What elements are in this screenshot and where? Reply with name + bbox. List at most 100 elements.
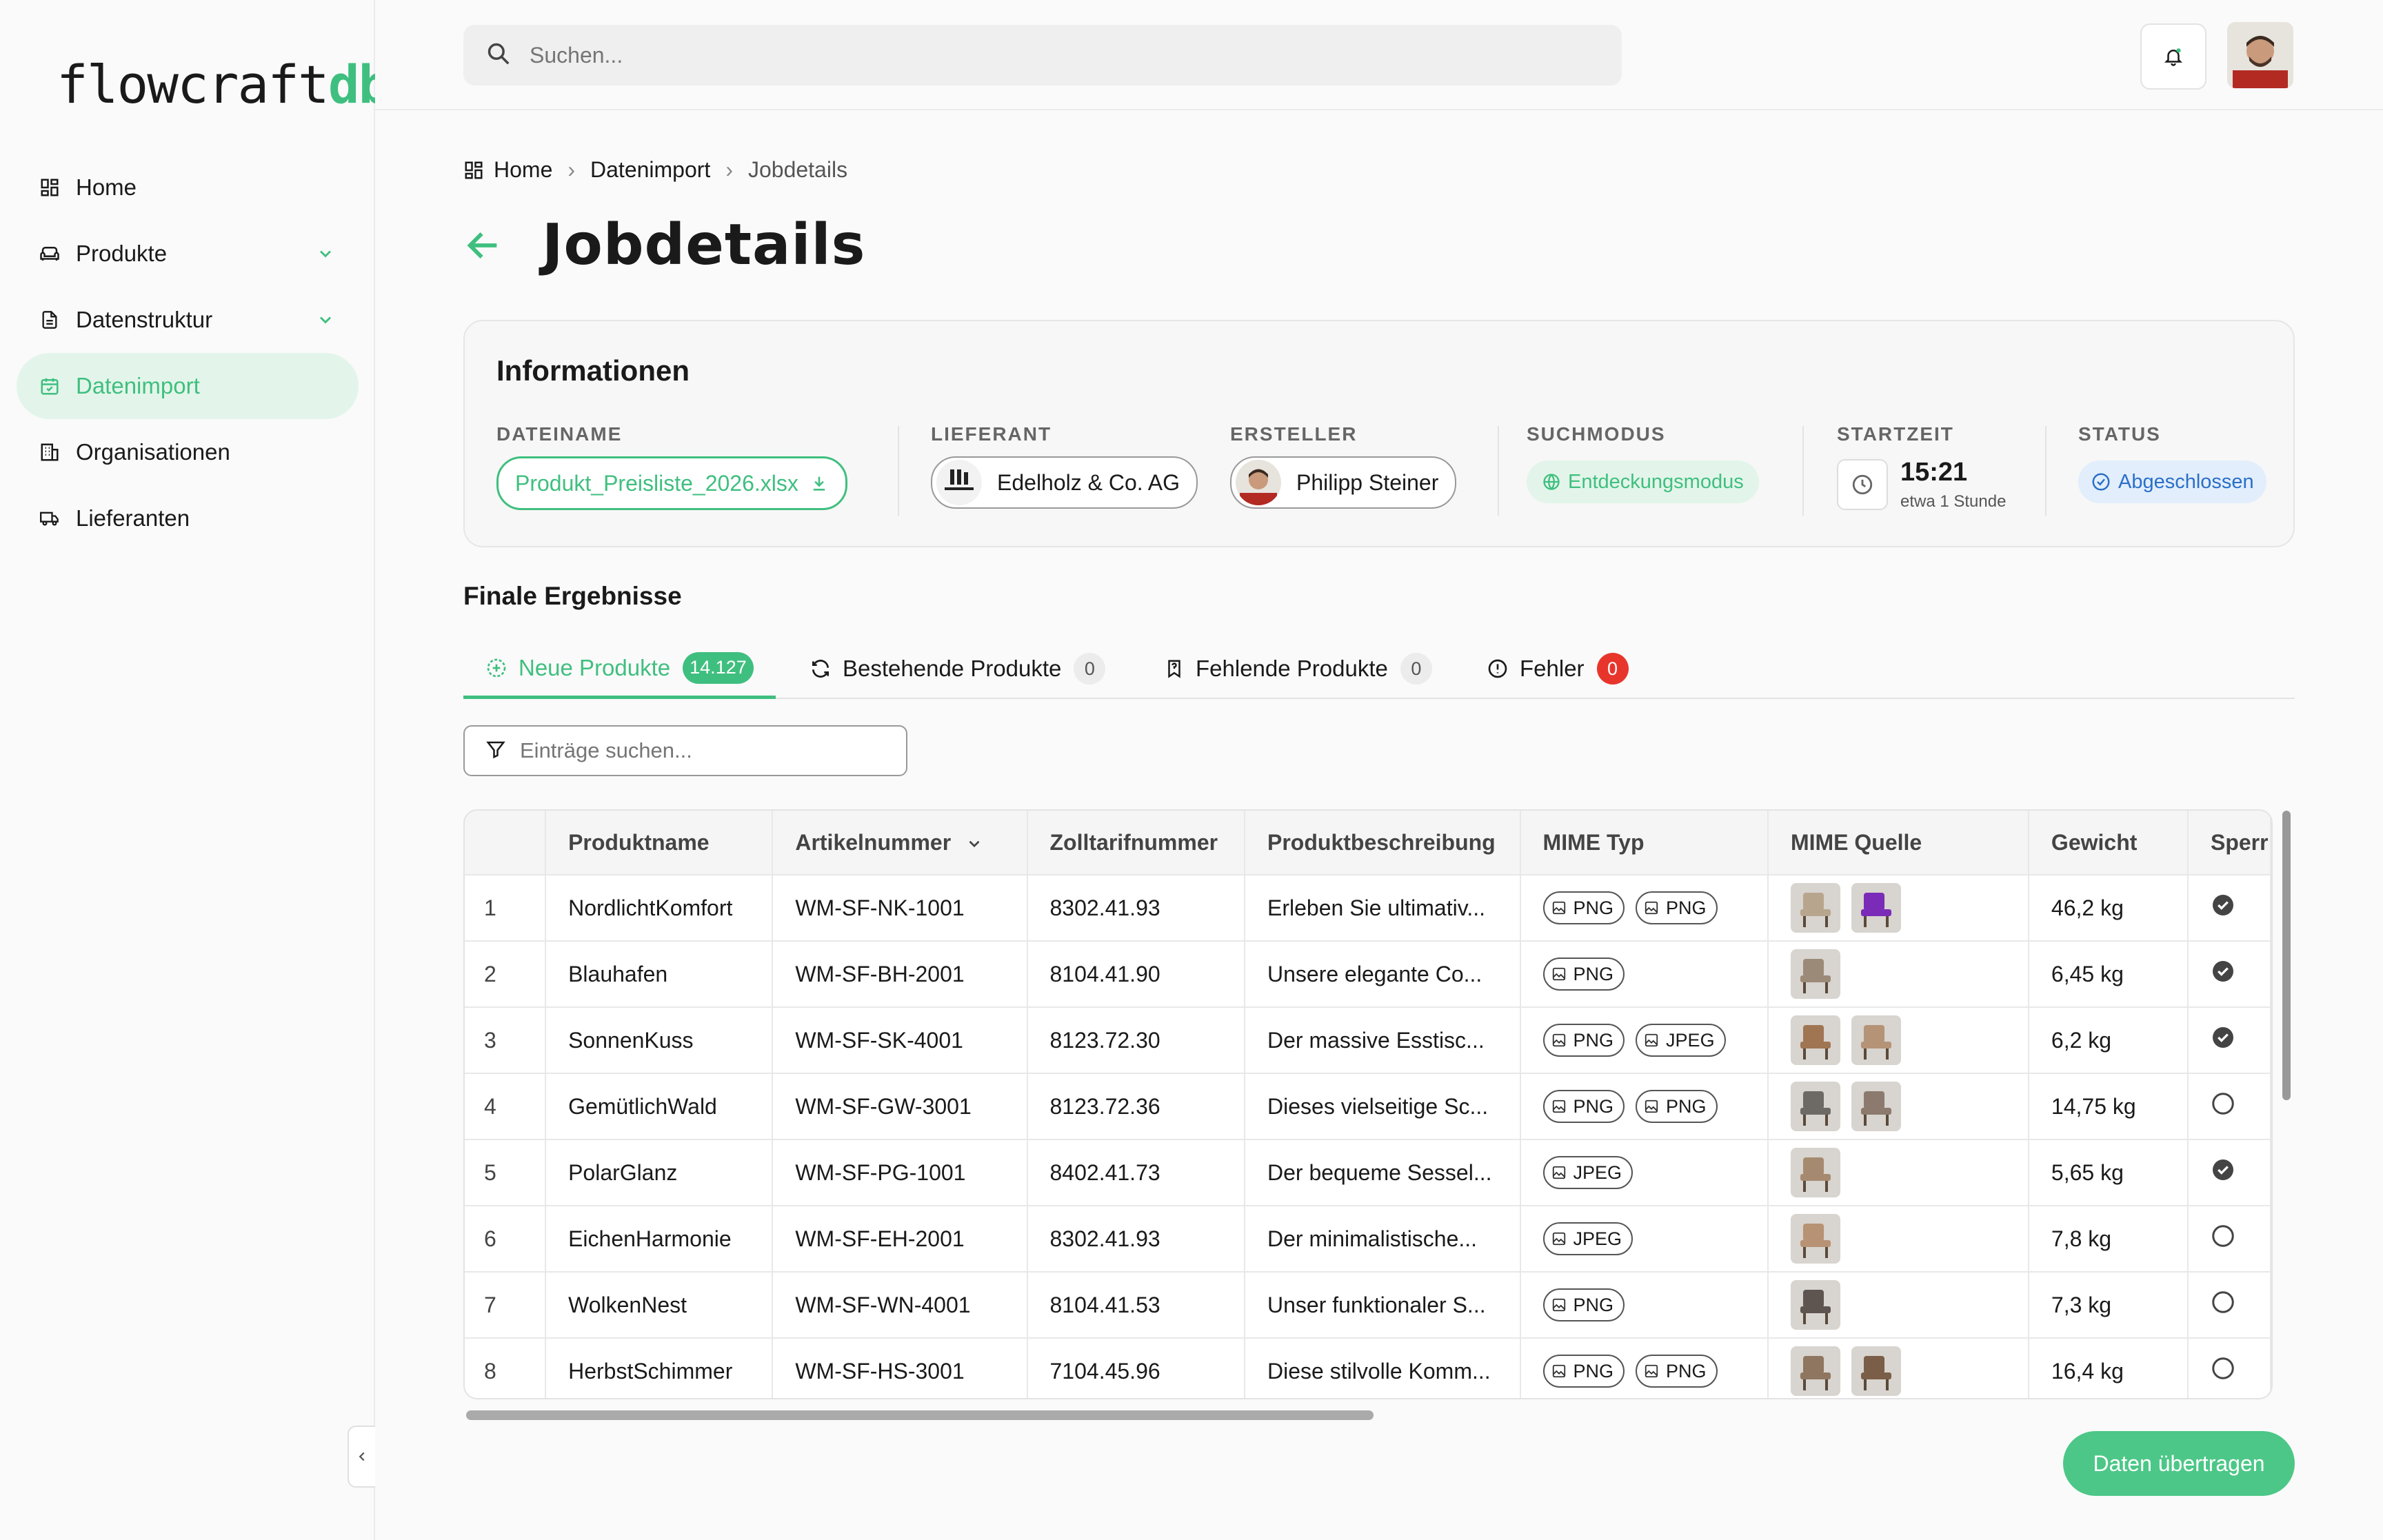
tab-fehler[interactable]: Fehler 0 — [1487, 640, 1629, 698]
empty-circle-icon[interactable] — [2211, 1091, 2235, 1116]
product-thumbnail[interactable] — [1790, 1015, 1840, 1065]
table-row[interactable]: 6 EichenHarmonie WM-SF-EH-2001 8302.41.93 De… — [465, 1206, 2271, 1273]
sidebar-item-home[interactable]: Home — [17, 154, 359, 221]
table-row[interactable]: 4 GemütlichWald WM-SF-GW-3001 8123.72.36 Die… — [465, 1073, 2271, 1140]
horizontal-scrollbar[interactable] — [466, 1410, 1374, 1420]
chevron-down-icon[interactable] — [965, 835, 983, 853]
chevron-right-icon: › — [567, 157, 576, 182]
column-header-mime-quelle[interactable]: MIME Quelle — [1767, 811, 2029, 875]
file-download-link[interactable]: Produkt_Preisliste_2026.xlsx — [496, 456, 847, 510]
breadcrumb-home[interactable]: Home — [494, 157, 552, 183]
chevron-down-icon[interactable] — [316, 309, 335, 335]
lock-status-cell[interactable] — [2187, 1073, 2271, 1140]
empty-circle-icon[interactable] — [2211, 1224, 2235, 1248]
chevron-down-icon[interactable] — [316, 243, 335, 269]
entries-search-input[interactable] — [519, 738, 880, 764]
product-thumbnail[interactable] — [1790, 949, 1840, 999]
entries-search[interactable] — [463, 725, 907, 776]
product-thumbnail[interactable] — [1790, 1346, 1840, 1396]
empty-circle-icon[interactable] — [2211, 1356, 2235, 1381]
sidebar-item-datenimport[interactable]: Datenimport — [17, 353, 359, 419]
table-row[interactable]: 1 NordlichtKomfort WM-SF-NK-1001 8302.41.93… — [465, 875, 2271, 942]
article-number: WM-SF-GW-3001 — [772, 1073, 1028, 1140]
global-search[interactable] — [463, 25, 1622, 85]
app-logo[interactable]: flowcraftdb — [57, 54, 390, 115]
mime-source-cell — [1767, 1073, 2029, 1140]
table-row[interactable]: 8 HerbstSchimmer WM-SF-HS-3001 7104.45.96 Di… — [465, 1338, 2271, 1398]
column-header-gewicht[interactable]: Gewicht — [2028, 811, 2189, 875]
supplier-logo — [936, 460, 982, 505]
table-row[interactable]: 2 Blauhafen WM-SF-BH-2001 8104.41.90 Unsere … — [465, 941, 2271, 1008]
column-header-sperr[interactable]: Sperr — [2187, 811, 2271, 875]
product-description: Der bequeme Sessel... — [1245, 1139, 1521, 1206]
lock-status-cell[interactable] — [2187, 1338, 2271, 1398]
weight: 46,2 kg — [2028, 875, 2189, 942]
mime-type-badge: JPEG — [1542, 1222, 1633, 1255]
product-thumbnail[interactable] — [1851, 883, 1901, 933]
product-thumbnail[interactable] — [1790, 1280, 1840, 1330]
product-thumbnail[interactable] — [1790, 1148, 1840, 1197]
checked-circle-icon[interactable] — [2211, 1025, 2235, 1050]
sidebar-item-datenstruktur[interactable]: Datenstruktur — [17, 287, 359, 353]
sidebar-item-lieferanten[interactable]: Lieferanten — [17, 485, 359, 551]
mime-type-badge: PNG — [1542, 1090, 1625, 1123]
article-number: WM-SF-BH-2001 — [772, 941, 1028, 1008]
checked-circle-icon[interactable] — [2211, 893, 2235, 918]
creator-chip[interactable]: Philipp Steiner — [1230, 456, 1457, 509]
notifications-button[interactable] — [2140, 23, 2206, 90]
column-header-artikelnummer[interactable]: Artikelnummer — [772, 811, 1028, 875]
product-thumbnail[interactable] — [1851, 1082, 1901, 1131]
download-icon — [813, 476, 825, 491]
sidebar-item-label: Datenstruktur — [76, 307, 213, 332]
checked-circle-icon[interactable] — [2211, 1157, 2235, 1182]
column-header-produktbeschreibung[interactable]: Produktbeschreibung — [1245, 811, 1521, 875]
lock-status-cell[interactable] — [2187, 875, 2271, 942]
dashboard-icon — [37, 175, 62, 200]
transfer-data-button[interactable]: Daten übertragen — [2063, 1431, 2295, 1496]
sidebar: flowcraftdb Home Produkte Datenstruktur … — [0, 0, 390, 1540]
lock-status-cell[interactable] — [2187, 1139, 2271, 1206]
table-row[interactable]: 3 SonnenKuss WM-SF-SK-4001 8123.72.30 Der ma… — [465, 1007, 2271, 1074]
mime-type-badge: PNG — [1542, 1288, 1625, 1321]
product-thumbnail[interactable] — [1790, 883, 1840, 933]
product-description: Der minimalistische... — [1245, 1206, 1521, 1273]
tab-neue-produkte[interactable]: Neue Produkte 14.127 — [463, 640, 776, 699]
mime-type-badge: PNG — [1542, 958, 1625, 991]
column-header-produktname[interactable]: Produktname — [545, 811, 774, 875]
table-row[interactable]: 5 PolarGlanz WM-SF-PG-1001 8402.41.73 Der be… — [465, 1139, 2271, 1206]
lock-status-cell[interactable] — [2187, 1206, 2271, 1273]
table-header-row: Produktname Artikelnummer Zolltarifnumme… — [465, 811, 2271, 875]
tab-fehlende-produkte[interactable]: Fehlende Produkte 0 — [1164, 640, 1432, 698]
user-avatar[interactable] — [2227, 22, 2293, 88]
creator-avatar — [1236, 460, 1281, 505]
lock-status-cell[interactable] — [2187, 1272, 2271, 1339]
row-index: 3 — [465, 1007, 547, 1074]
sidebar-collapse-button[interactable] — [348, 1426, 375, 1488]
product-name: SonnenKuss — [545, 1007, 774, 1074]
lock-status-cell[interactable] — [2187, 941, 2271, 1008]
sidebar-item-label: Lieferanten — [76, 505, 190, 531]
column-header-zolltarifnummer[interactable]: Zolltarifnummer — [1027, 811, 1245, 875]
product-thumbnail[interactable] — [1790, 1082, 1840, 1131]
search-input[interactable] — [528, 41, 1565, 69]
start-time: 15:21 — [1900, 458, 1968, 487]
empty-circle-icon[interactable] — [2211, 1290, 2235, 1315]
product-thumbnail[interactable] — [1851, 1346, 1901, 1396]
mime-type-badge: PNG — [1636, 1090, 1718, 1123]
back-arrow-icon[interactable] — [463, 225, 503, 265]
sidebar-item-organisationen[interactable]: Organisationen — [17, 419, 359, 485]
count-badge: 14.127 — [683, 651, 754, 684]
table-row[interactable]: 7 WolkenNest WM-SF-WN-4001 8104.41.53 Unser … — [465, 1272, 2271, 1339]
product-name: NordlichtKomfort — [545, 875, 774, 942]
product-thumbnail[interactable] — [1851, 1015, 1901, 1065]
tab-bestehende-produkte[interactable]: Bestehende Produkte 0 — [810, 640, 1106, 698]
column-header-mime-typ[interactable]: MIME Typ — [1520, 811, 1769, 875]
checked-circle-icon[interactable] — [2211, 959, 2235, 984]
sidebar-item-produkte[interactable]: Produkte — [17, 221, 359, 287]
mime-type-badge: JPEG — [1542, 1156, 1633, 1189]
breadcrumb-datenimport[interactable]: Datenimport — [590, 157, 710, 183]
vertical-scrollbar[interactable] — [2282, 811, 2291, 1100]
lock-status-cell[interactable] — [2187, 1007, 2271, 1074]
supplier-chip[interactable]: Edelholz & Co. AG — [931, 456, 1198, 509]
product-thumbnail[interactable] — [1790, 1214, 1840, 1264]
